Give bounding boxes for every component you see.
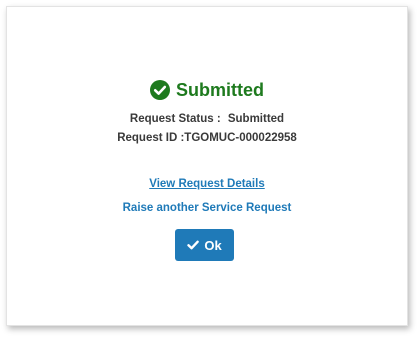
- request-status-label: Request Status :: [129, 113, 221, 125]
- ok-button-label: Ok: [204, 237, 222, 253]
- submission-dialog: Submitted Request Status : Submitted Req…: [6, 6, 408, 326]
- dialog-title: Submitted: [176, 80, 264, 100]
- dialog-header: Submitted: [7, 79, 407, 101]
- request-status: Request Status : Submitted: [7, 113, 407, 125]
- request-id: Request ID :TGOMUC-000022958: [7, 132, 407, 144]
- request-status-value: Submitted: [227, 113, 285, 125]
- raise-another-request-link[interactable]: Raise another Service Request: [7, 202, 407, 214]
- view-request-details-link[interactable]: View Request Details: [7, 178, 407, 190]
- request-id-value: TGOMUC-000022958: [184, 132, 297, 144]
- request-id-label: Request ID :: [117, 132, 185, 144]
- screen: Submitted Request Status : Submitted Req…: [0, 0, 420, 338]
- ok-button[interactable]: Ok: [175, 229, 234, 261]
- check-circle-icon: [150, 80, 170, 100]
- checkmark-icon: [187, 239, 200, 251]
